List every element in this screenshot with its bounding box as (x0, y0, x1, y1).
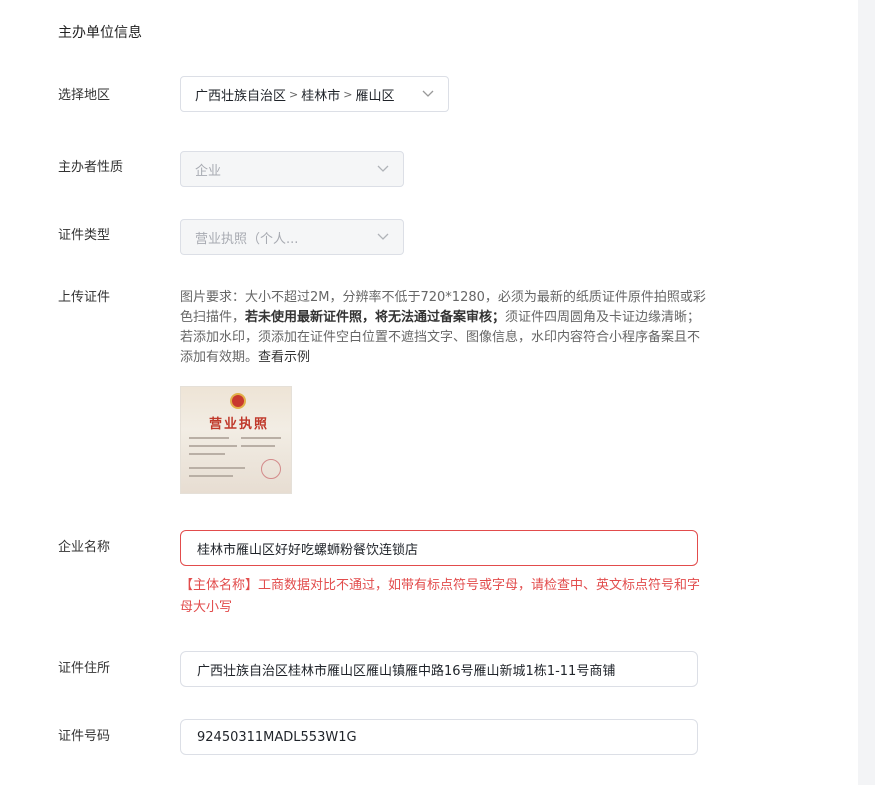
business-license-thumbnail[interactable]: 营业执照 (180, 386, 292, 494)
region-select[interactable]: 广西壮族自治区 > 桂林市 > 雁山区 (180, 76, 449, 112)
region-separator: > (289, 87, 299, 101)
region-label: 选择地区 (58, 88, 111, 103)
sponsor-type-value: 企业 (195, 163, 222, 179)
stamp-icon (261, 459, 281, 479)
region-district: 雁山区 (355, 88, 395, 104)
scrollbar-track[interactable] (858, 0, 875, 785)
emblem-icon (230, 393, 246, 409)
upload-label: 上传证件 (58, 290, 111, 305)
cert-number-input[interactable]: 92450311MADL553W1G (180, 719, 698, 755)
section-title: 主办单位信息 (58, 25, 142, 41)
company-name-error: 【主体名称】工商数据对比不通过，如带有标点符号或字母，请检查中、英文标点符号和字… (180, 578, 701, 615)
company-name-value: 桂林市雁山区好好吃螺蛳粉餐饮连锁店 (197, 542, 419, 558)
cert-type-value: 营业执照（个人... (195, 231, 299, 247)
view-example-link[interactable]: 查看示例 (258, 350, 310, 365)
thumb-title: 营业执照 (209, 417, 270, 432)
company-name-input[interactable]: 桂林市雁山区好好吃螺蛳粉餐饮连锁店 (180, 530, 698, 566)
address-input[interactable]: 广西壮族自治区桂林市雁山区雁山镇雁中路16号雁山新城1栋1-11号商铺 (180, 651, 698, 687)
chevron-down-icon (377, 165, 389, 172)
cert-number-value: 92450311MADL553W1G (197, 729, 357, 745)
region-province: 广西壮族自治区 (195, 88, 287, 104)
chevron-down-icon (422, 90, 434, 97)
address-label: 证件住所 (58, 661, 111, 676)
sponsor-type-label: 主办者性质 (58, 160, 124, 175)
company-name-label: 企业名称 (58, 540, 111, 555)
cert-type-select[interactable]: 营业执照（个人... (180, 219, 404, 255)
upload-req-warning: 若未使用最新证件照，将无法通过备案审核； (245, 310, 506, 325)
chevron-down-icon (377, 233, 389, 240)
cert-type-label: 证件类型 (58, 228, 111, 243)
region-separator: > (343, 87, 353, 101)
address-value: 广西壮族自治区桂林市雁山区雁山镇雁中路16号雁山新城1栋1-11号商铺 (197, 663, 616, 679)
cert-number-label: 证件号码 (58, 729, 111, 744)
sponsor-type-select[interactable]: 企业 (180, 151, 404, 187)
region-city: 桂林市 (301, 88, 341, 104)
upload-requirements: 图片要求：大小不超过2M，分辨率不低于720*1280，必须为最新的纸质证件原件… (180, 288, 708, 368)
